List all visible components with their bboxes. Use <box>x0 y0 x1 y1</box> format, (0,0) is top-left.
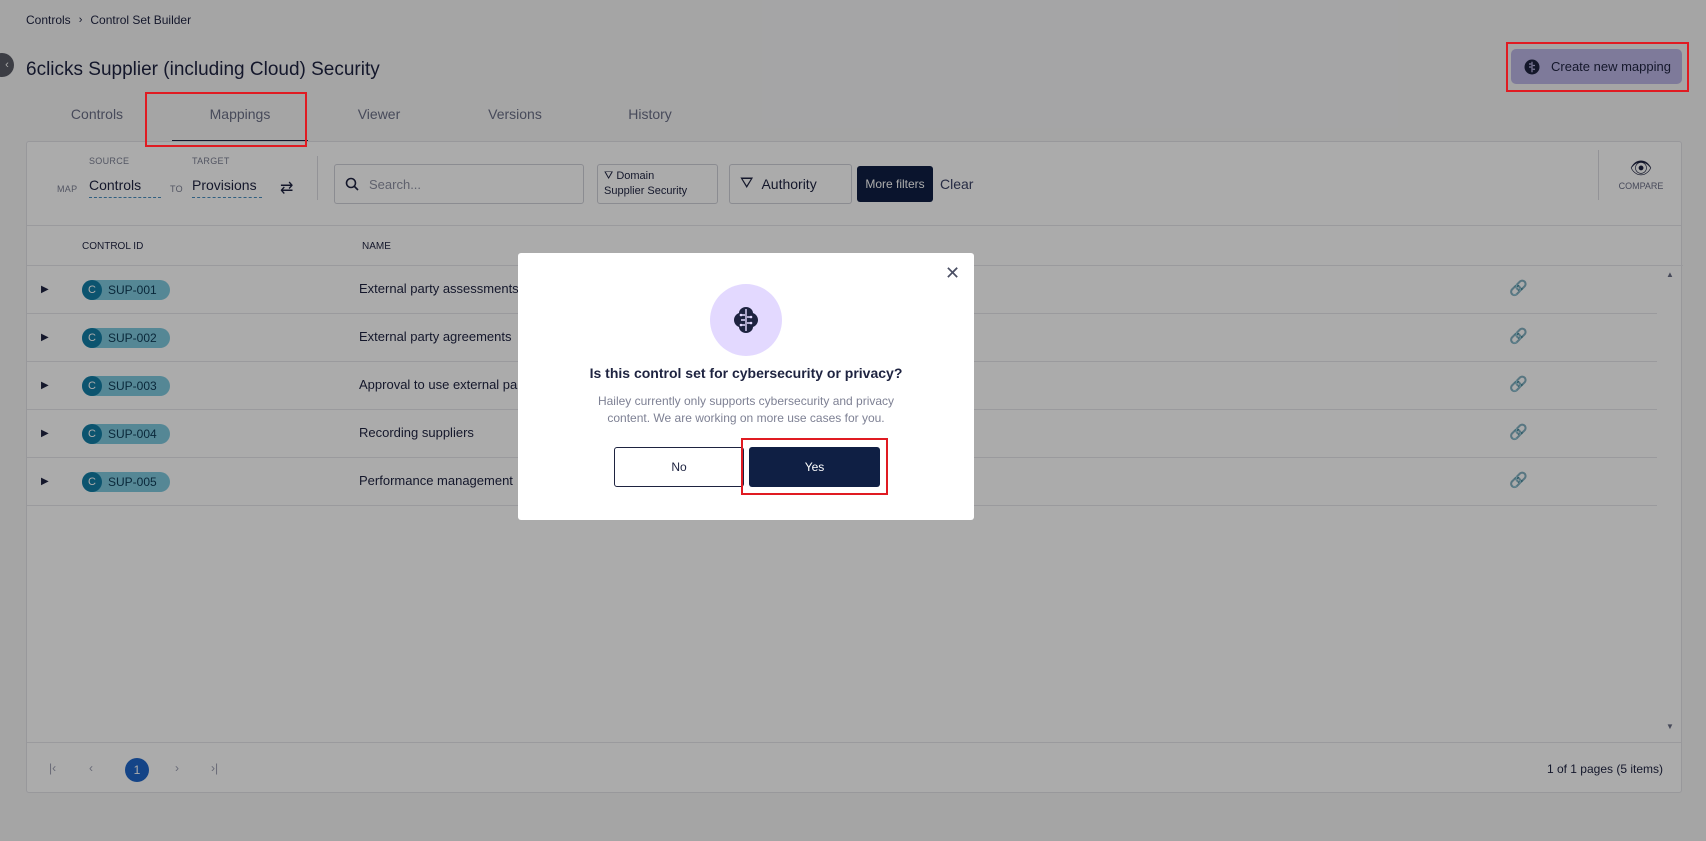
dialog-description: Hailey currently only supports cybersecu… <box>597 394 895 425</box>
dialog-question: Is this control set for cybersecurity or… <box>589 365 903 381</box>
brain-icon <box>710 284 782 356</box>
highlight-yes-button <box>741 438 888 495</box>
highlight-create-mapping <box>1506 42 1689 92</box>
close-icon[interactable]: ✕ <box>945 263 960 284</box>
highlight-mappings-tab <box>145 92 307 147</box>
no-button[interactable]: No <box>614 447 744 487</box>
